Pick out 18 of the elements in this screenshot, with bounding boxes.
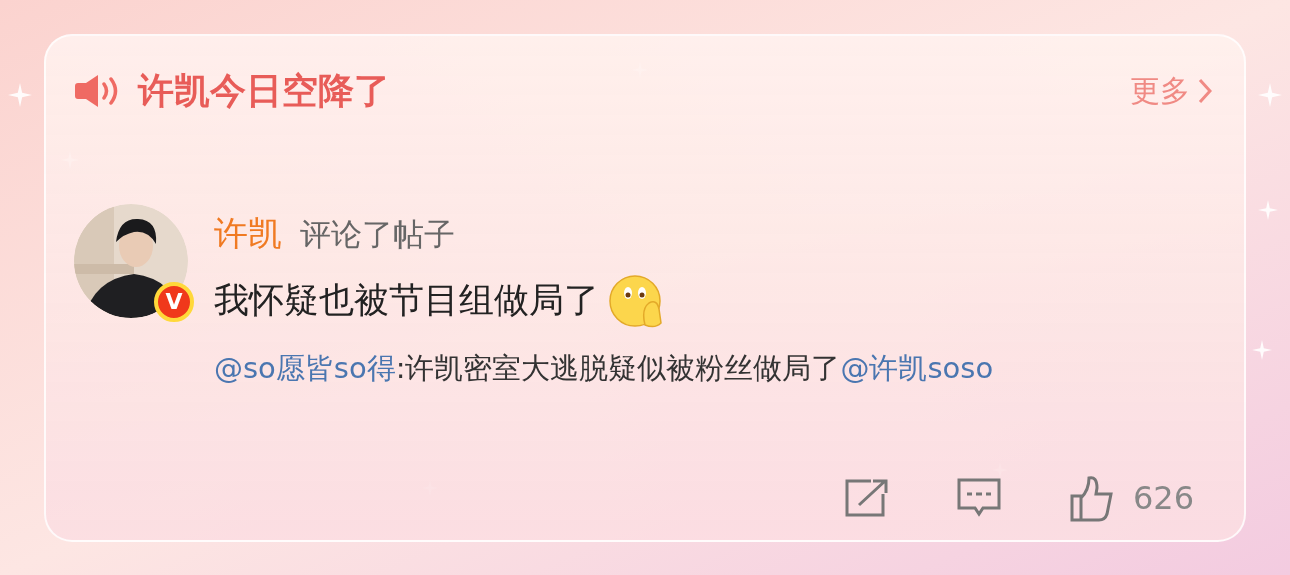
share-icon [844,477,889,518]
thumbs-up-icon [1068,473,1115,522]
chevron-right-icon [1198,77,1212,104]
mention-link[interactable]: @so愿皆so得 [214,350,396,385]
comment-icon [956,477,1001,518]
verified-badge: V [154,281,194,322]
comment-text: 我怀疑也被节目组做局了 [214,279,599,323]
action-text: 评论了帖子 [300,214,455,254]
speaker-icon [74,72,120,109]
quoted-post-text: @so愿皆so得:许凯密室大逃脱疑似被粉丝做局了@许凯soso [214,349,994,387]
comment-button[interactable] [956,477,1001,518]
section-title: 许凯今日空降了 [138,68,390,113]
like-button[interactable]: 626 [1068,473,1194,522]
share-button[interactable] [844,477,889,518]
more-link[interactable]: 更多 [1130,68,1212,113]
mention-link[interactable]: @许凯soso [840,350,994,385]
smiley-emoji-icon [609,272,665,329]
author-name[interactable]: 许凯 [214,207,282,259]
